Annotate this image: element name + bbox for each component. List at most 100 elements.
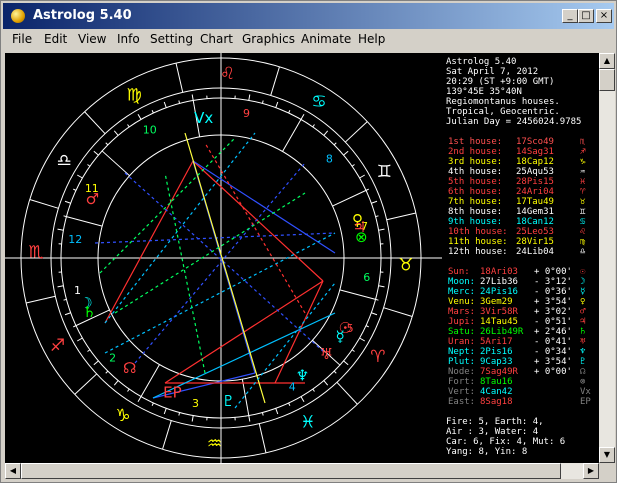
zodiac-sign-icon: ♌ <box>220 64 235 84</box>
info-panel: Astrolog 5.40 Sat April 7, 2012 20:29 (ST … <box>442 53 599 463</box>
planet-latitude: + 2°46' <box>534 327 572 337</box>
planet-name: Fort: <box>448 377 476 387</box>
house-cusp: 14Gem31 <box>516 207 554 217</box>
house-cusp: 24Lib04 <box>516 247 554 257</box>
menu-chart[interactable]: Chart <box>200 32 233 46</box>
planet-glyph-icon: ♆ <box>580 347 586 357</box>
minimize-button[interactable]: _ <box>562 9 578 23</box>
planet-position: 2Pis16 <box>480 347 513 357</box>
chart-canvas[interactable]: ♏ ♐ ♑ ♒ ♓ ♈ ♉ ♊ ♋ ♌ ♍ ♎ 1 2 3 4 5 6 7 8 9 10 11 12 ☉ ☽ ☿ ♀ ♂ ♃ ♄ ♅ ♆ ♇ ☊… <box>5 53 599 463</box>
menu-graphics[interactable]: Graphics <box>242 32 295 46</box>
menu-animate[interactable]: Animate <box>301 32 351 46</box>
menu-edit[interactable]: Edit <box>44 32 67 46</box>
scroll-down-button[interactable]: ▼ <box>599 447 615 463</box>
planet-name: Mars: <box>448 307 476 317</box>
house-sign-icon: ♎ <box>580 247 586 257</box>
planet-glyph-icon: EP <box>163 383 182 401</box>
header-line: Julian Day = 2456024.9785 <box>446 117 582 127</box>
planet-name: Nept: <box>448 347 476 357</box>
house-cusp: 18Cap12 <box>516 157 554 167</box>
planet-name: East: <box>448 397 476 407</box>
planet-latitude: - 0°51' <box>534 317 572 327</box>
planet-position: 7Sag49R <box>480 367 518 377</box>
house-sign-icon: ♓ <box>580 177 586 187</box>
house-label: 8th house: <box>448 207 503 217</box>
house-label: 12th house: <box>448 247 508 257</box>
planet-position: 8Sag18 <box>480 397 513 407</box>
sun-icon[interactable] <box>11 9 25 23</box>
house-sign-icon: ♌ <box>580 227 586 237</box>
menu-info[interactable]: Info <box>117 32 140 46</box>
menu-view[interactable]: View <box>78 32 106 46</box>
zodiac-sign-icon: ♑ <box>115 406 130 426</box>
vertical-scroll-thumb[interactable] <box>599 69 615 91</box>
house-label: 10th house: <box>448 227 508 237</box>
header-line: Regiomontanus houses. <box>446 97 560 107</box>
planet-glyph-icon: ♃ <box>580 317 586 327</box>
planet-name: Sun: <box>448 267 470 277</box>
house-label: 7th house: <box>448 197 503 207</box>
house-cusp: 28Vir15 <box>516 237 554 247</box>
horizontal-scrollbar[interactable]: ◀ ▶ <box>5 463 599 479</box>
house-cusp: 24Ari04 <box>516 187 554 197</box>
house-label: 9th house: <box>448 217 503 227</box>
planet-glyph-icon: ♅ <box>580 337 586 347</box>
zodiac-sign-icon: ♏ <box>28 243 43 263</box>
house-sign-icon: ♍ <box>580 237 586 247</box>
menu-bar: File Edit View Info Setting Chart Graphi… <box>3 29 614 49</box>
planet-glyph-icon: ☉ <box>580 267 586 277</box>
house-sign-icon: ♐ <box>580 147 586 157</box>
planet-latitude: - 3°12' <box>534 277 572 287</box>
horizontal-scroll-thumb[interactable] <box>21 463 561 479</box>
scroll-left-button[interactable]: ◀ <box>5 463 21 479</box>
house-number: 8 <box>326 153 333 166</box>
header-line: 20:29 (ST +9:00 GMT) <box>446 77 555 87</box>
house-sign-icon: ♋ <box>580 217 586 227</box>
element-count: Yang: 8, Yin: 8 <box>446 447 528 457</box>
menu-file[interactable]: File <box>12 32 32 46</box>
planet-glyph-icon: EP <box>580 397 591 407</box>
house-sign-icon: ♒ <box>580 167 586 177</box>
planet-position: 26Lib49R <box>480 327 524 337</box>
maximize-button[interactable]: □ <box>578 9 594 23</box>
title-bar[interactable]: Astrolog 5.40 _ □ × <box>3 3 614 29</box>
scroll-right-button[interactable]: ▶ <box>583 463 599 479</box>
planet-latitude: + 3°02' <box>534 307 572 317</box>
planet-latitude: + 0°00' <box>534 367 572 377</box>
header-line: 139°45E 35°40N <box>446 87 522 97</box>
house-sign-icon: ♉ <box>580 197 586 207</box>
planet-latitude: - 0°34' <box>534 347 572 357</box>
planet-name: Node: <box>448 367 476 377</box>
planet-glyph-icon: ♄ <box>580 327 586 337</box>
scroll-corner <box>599 463 615 479</box>
vertical-scrollbar[interactable]: ▲ ▼ <box>599 53 615 463</box>
planet-glyph-icon: ♄ <box>83 303 96 321</box>
close-button[interactable]: × <box>596 9 612 23</box>
house-label: 5th house: <box>448 177 503 187</box>
house-number: 2 <box>109 351 116 364</box>
element-count: Car: 6, Fix: 4, Mut: 6 <box>446 437 566 447</box>
planet-glyph-icon: ♀ <box>580 297 586 307</box>
planet-position: 8Tau16 <box>480 377 513 387</box>
menu-setting[interactable]: Setting <box>150 32 193 46</box>
house-label: 4th house: <box>448 167 503 177</box>
planet-glyph-icon: ☊ <box>580 367 586 377</box>
house-number: 6 <box>363 271 370 284</box>
planet-position: 27Lib36 <box>480 277 518 287</box>
planet-glyph-icon: ♂ <box>86 190 99 208</box>
planet-glyph-icon: ☿ <box>580 287 586 297</box>
planet-name: Vert: <box>448 387 476 397</box>
planet-position: 3Gem29 <box>480 297 513 307</box>
menu-help[interactable]: Help <box>358 32 385 46</box>
scroll-up-button[interactable]: ▲ <box>599 53 615 69</box>
zodiac-sign-icon: ♈ <box>370 347 385 367</box>
house-cusp: 28Pis15 <box>516 177 554 187</box>
house-label: 3rd house: <box>448 157 503 167</box>
header-line: Sat April 7, 2012 <box>446 67 539 77</box>
app-window: Astrolog 5.40 _ □ × File Edit View Info … <box>0 0 617 483</box>
chart-wheel: ♏♐♑♒♓♈♉♊♋♌♍♎ 123456789101112 ☉☽☿♀♂♃♄♅♆♇☊… <box>5 53 442 463</box>
planet-position: 24Pis16 <box>480 287 518 297</box>
zodiac-sign-icon: ♓ <box>300 412 315 432</box>
planet-glyph-icon: ♆ <box>296 366 309 384</box>
header-line: Astrolog 5.40 <box>446 57 517 67</box>
